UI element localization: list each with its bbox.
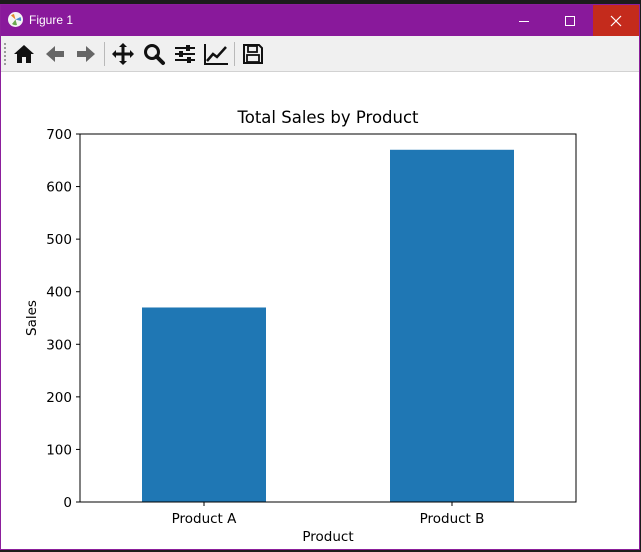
line-chart-icon	[204, 44, 228, 65]
x-axis-label: Product	[302, 529, 353, 545]
window-title: Figure 1	[29, 13, 74, 27]
y-tick-label: 400	[46, 285, 72, 301]
navigation-toolbar	[1, 36, 639, 72]
maximize-icon	[565, 15, 575, 26]
minimize-icon	[519, 20, 529, 22]
figure-canvas[interactable]: Total Sales by Product Product A Product …	[1, 72, 639, 549]
save-button[interactable]	[239, 40, 267, 68]
bar	[390, 149, 514, 502]
magnifier-icon	[144, 44, 165, 65]
minimize-button[interactable]	[501, 5, 547, 36]
y-tick-label: 100	[46, 442, 72, 458]
y-tick-label: 300	[46, 337, 72, 353]
maximize-button[interactable]	[547, 5, 593, 36]
move-icon	[112, 43, 134, 65]
close-icon	[610, 15, 622, 26]
y-tick-label: 0	[63, 495, 72, 511]
configure-subplots-button[interactable]	[171, 40, 199, 68]
toolbar-separator	[234, 42, 235, 66]
chart-title: Total Sales by Product	[236, 108, 419, 127]
figure-window: Figure 1 Total Sales by Product Product …	[0, 4, 640, 550]
x-tick-label: Product B	[420, 511, 485, 527]
y-tick-label: 200	[46, 390, 72, 406]
close-button[interactable]	[593, 5, 639, 36]
arrow-left-icon	[46, 46, 64, 62]
forward-button[interactable]	[72, 40, 100, 68]
x-tick-label: Product A	[172, 511, 238, 527]
y-tick-label: 500	[46, 232, 72, 248]
y-tick-label: 600	[46, 180, 72, 196]
bar-chart: Total Sales by Product Product A Product …	[24, 108, 577, 545]
pan-button[interactable]	[109, 40, 137, 68]
matplotlib-app-icon	[8, 12, 23, 27]
arrow-right-icon	[77, 46, 95, 62]
floppy-disk-icon	[243, 44, 263, 64]
toolbar-grip[interactable]	[4, 43, 6, 65]
zoom-button[interactable]	[140, 40, 168, 68]
edit-axis-button[interactable]	[202, 40, 230, 68]
home-button[interactable]	[10, 40, 38, 68]
back-button[interactable]	[41, 40, 69, 68]
sliders-icon	[175, 45, 195, 63]
y-tick-label: 700	[46, 127, 72, 143]
toolbar-separator	[104, 42, 105, 66]
home-icon	[14, 45, 34, 63]
y-axis-label: Sales	[24, 300, 40, 336]
title-bar[interactable]: Figure 1	[1, 5, 639, 36]
bar	[142, 307, 266, 502]
